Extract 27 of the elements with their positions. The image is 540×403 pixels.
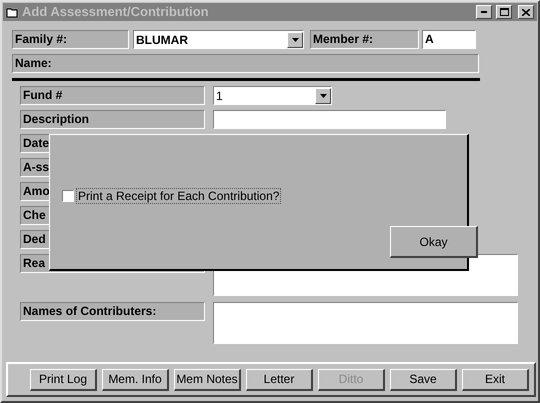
- field-label: Family #:: [12, 30, 129, 49]
- member-field[interactable]: A: [422, 30, 476, 49]
- field-label: Name:: [12, 54, 479, 73]
- toolbar-button[interactable]: Mem. Info: [102, 368, 169, 390]
- field-label: Names of Contributers:: [20, 302, 205, 321]
- maximize-button[interactable]: [496, 5, 512, 19]
- folder-icon: [6, 6, 18, 18]
- checkbox-label[interactable]: Print a Receipt for Each Contribution?: [76, 188, 282, 204]
- close-icon: [522, 8, 530, 16]
- checkbox[interactable]: [62, 190, 74, 202]
- toolbar-button[interactable]: Exit: [462, 368, 529, 390]
- maximize-icon: [500, 8, 508, 16]
- close-button[interactable]: [518, 5, 534, 19]
- input-field[interactable]: [213, 110, 446, 129]
- field-label: Description: [20, 110, 205, 129]
- field-label: Member #:: [310, 30, 419, 49]
- field-label: Fund #: [20, 86, 205, 105]
- fund-combo[interactable]: 1: [213, 86, 332, 105]
- minimize-icon: [481, 11, 487, 13]
- okay-button[interactable]: Okay: [390, 226, 478, 258]
- toolbar-button[interactable]: Save: [390, 368, 457, 390]
- toolbar-button[interactable]: Print Log: [30, 368, 97, 390]
- window-title: Add Assessment/Contribution: [22, 3, 210, 22]
- toolbar-button[interactable]: Mem Notes: [174, 368, 241, 390]
- family-combo[interactable]: BLUMAR: [133, 30, 304, 49]
- toolbar-button[interactable]: Letter: [246, 368, 313, 390]
- minimize-button[interactable]: [476, 5, 492, 19]
